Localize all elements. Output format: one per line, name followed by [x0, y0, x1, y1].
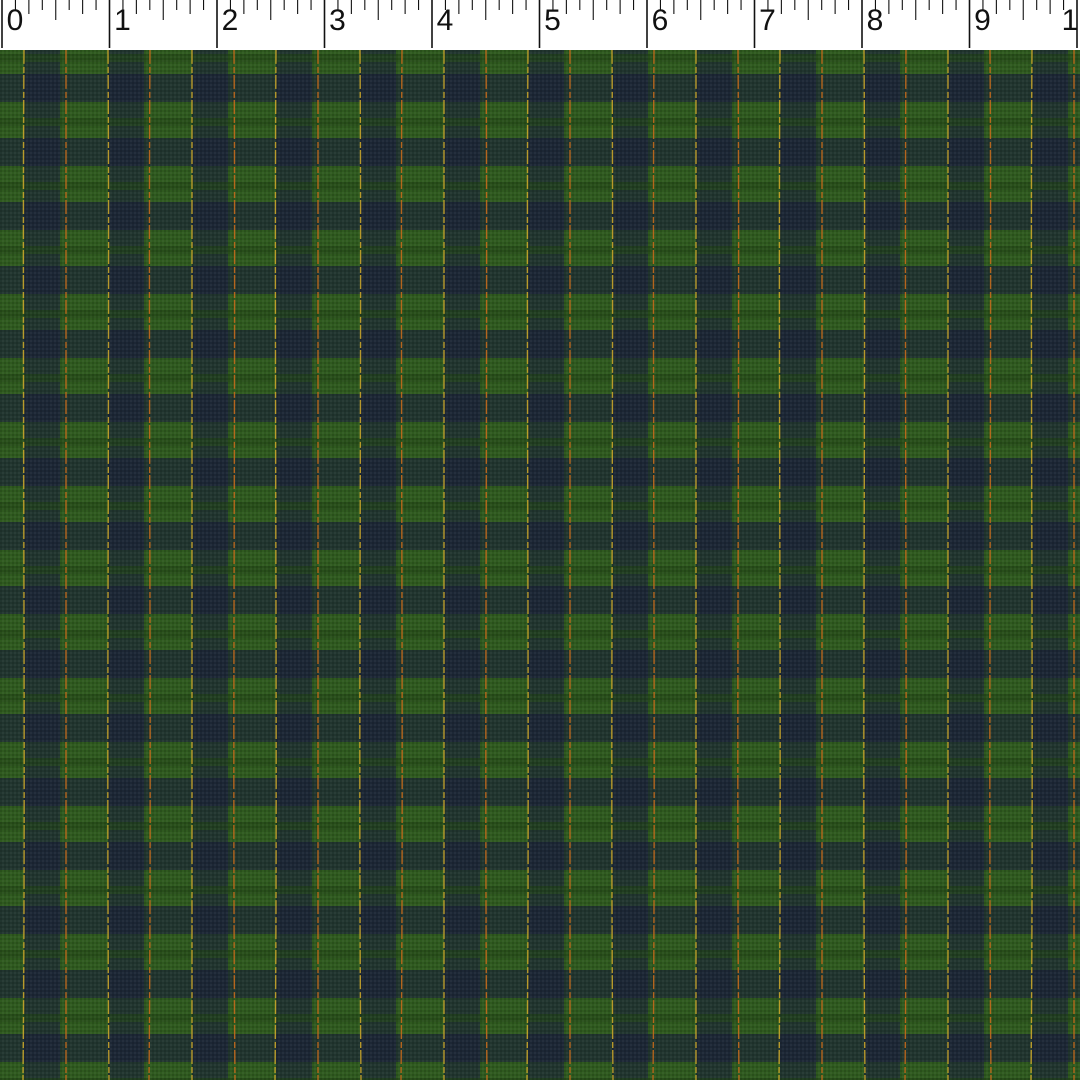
ruler-label: 3 — [329, 4, 346, 37]
ruler-label: 6 — [651, 4, 669, 37]
plaid-pattern — [0, 50, 1080, 1080]
ruler-label: 7 — [759, 4, 776, 37]
ruler-label: 9 — [974, 4, 991, 37]
ruler-label: 5 — [544, 4, 561, 37]
ruler-label: 8 — [866, 4, 884, 37]
weave-texture — [0, 50, 1080, 1080]
ruler-label: 1 — [1061, 4, 1079, 37]
ruler-label: 1 — [114, 4, 131, 37]
ruler-label: 4 — [436, 4, 454, 37]
ruler-label: 2 — [221, 4, 239, 37]
measurement-ruler: 0 1 2 3 4 5 6 7 8 9 1 — [0, 0, 1080, 51]
fabric-swatch-image: 0 1 2 3 4 5 6 7 8 9 1 — [0, 0, 1080, 1080]
ruler-label: 0 — [6, 4, 24, 37]
ruler-ticks — [1, 0, 1078, 48]
plaid-fabric — [0, 50, 1080, 1080]
